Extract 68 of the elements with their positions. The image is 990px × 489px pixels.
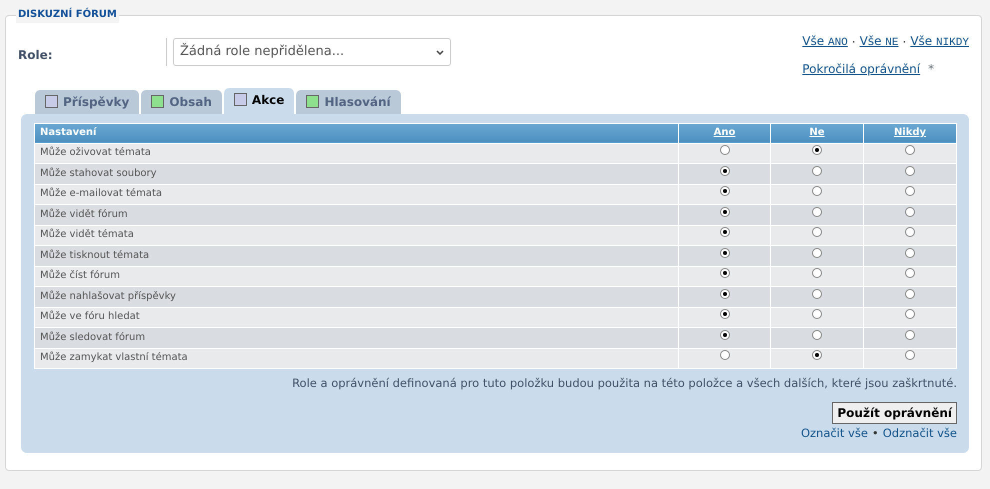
- radio-button[interactable]: [720, 145, 730, 156]
- radio-button[interactable]: [905, 206, 915, 217]
- radio-button[interactable]: [812, 350, 822, 360]
- role-select[interactable]: Žádná role nepřidělena...: [173, 38, 451, 66]
- caret-icon: [436, 50, 444, 54]
- radio-button[interactable]: [905, 186, 915, 196]
- table-cell: Může sledovat fórum: [34, 328, 678, 348]
- radio-button[interactable]: [720, 166, 730, 176]
- radio-button[interactable]: [905, 248, 915, 258]
- radio-button[interactable]: [905, 227, 915, 238]
- column-header-link[interactable]: Nikdy: [894, 127, 926, 138]
- radio-button[interactable]: [812, 145, 822, 156]
- column-header-link[interactable]: Ano: [714, 127, 736, 138]
- tab[interactable]: Akce: [224, 88, 294, 114]
- table-cell: Může nahlašovat příspěvky: [34, 286, 678, 307]
- table-cell: Může oživovat témata: [34, 143, 678, 164]
- radio-button[interactable]: [812, 288, 822, 299]
- table-cell: Může e-mailovat témata: [34, 184, 678, 204]
- radio-button[interactable]: [720, 248, 730, 258]
- radio-button[interactable]: [905, 288, 915, 299]
- table-cell: Může stahovat soubory: [34, 164, 678, 184]
- radio-button[interactable]: [905, 330, 915, 340]
- radio-button[interactable]: [720, 227, 730, 238]
- table-cell: Může zamykat vlastní témata: [34, 348, 678, 368]
- apply-button[interactable]: Použít oprávnění: [832, 402, 957, 424]
- radio-button[interactable]: [905, 166, 915, 176]
- radio-button[interactable]: [905, 145, 915, 156]
- radio-button[interactable]: [812, 227, 822, 238]
- radio-button[interactable]: [720, 288, 730, 299]
- table-cell: Může vidět fórum: [34, 204, 678, 225]
- radio-button[interactable]: [720, 186, 730, 196]
- link[interactable]: Vše NE: [860, 32, 898, 52]
- radio-button[interactable]: [812, 248, 822, 258]
- tab[interactable]: Obsah: [141, 90, 222, 114]
- note-text: Role a oprávnění definovaná pro tuto položku budou použita na této položce a všech dalších, které jsou zaškrtnuté.: [291, 375, 957, 392]
- section-title: DISKUZNÍ FÓRUM: [16, 7, 119, 23]
- field-label: Role:: [18, 47, 54, 64]
- table-cell: Může ve fóru hledat: [34, 307, 678, 328]
- link[interactable]: Označit vše: [800, 425, 868, 442]
- link[interactable]: Pokročilá oprávnění: [802, 60, 920, 78]
- column-header-link[interactable]: Ne: [809, 127, 825, 138]
- radio-button[interactable]: [720, 206, 730, 217]
- radio-button[interactable]: [812, 206, 822, 217]
- radio-button[interactable]: [720, 330, 730, 340]
- column-header: Nastavení: [34, 123, 678, 143]
- separator-dot: ·: [902, 34, 906, 51]
- table-cell: Může číst fórum: [34, 266, 678, 286]
- radio-button[interactable]: [720, 268, 730, 278]
- asterisk: *: [928, 60, 934, 78]
- radio-button[interactable]: [812, 186, 822, 196]
- radio-button[interactable]: [905, 350, 915, 360]
- tab[interactable]: Příspěvky: [35, 90, 140, 114]
- radio-button[interactable]: [812, 268, 822, 278]
- link[interactable]: Odznačit vše: [882, 425, 957, 442]
- link[interactable]: Vše NIKDY: [910, 32, 969, 52]
- table-cell: Může tisknout témata: [34, 246, 678, 266]
- radio-button[interactable]: [720, 350, 730, 360]
- radio-button[interactable]: [905, 268, 915, 278]
- table-cell: Může vidět témata: [34, 225, 678, 246]
- radio-button[interactable]: [720, 309, 730, 320]
- radio-button[interactable]: [812, 330, 822, 340]
- separator-dot: •: [872, 425, 879, 442]
- separator-dot: ·: [852, 34, 856, 51]
- link[interactable]: Vše ANO: [802, 32, 848, 52]
- tab[interactable]: Hlasování: [296, 90, 401, 114]
- radio-button[interactable]: [812, 166, 822, 176]
- radio-button[interactable]: [905, 309, 915, 320]
- radio-button[interactable]: [812, 309, 822, 320]
